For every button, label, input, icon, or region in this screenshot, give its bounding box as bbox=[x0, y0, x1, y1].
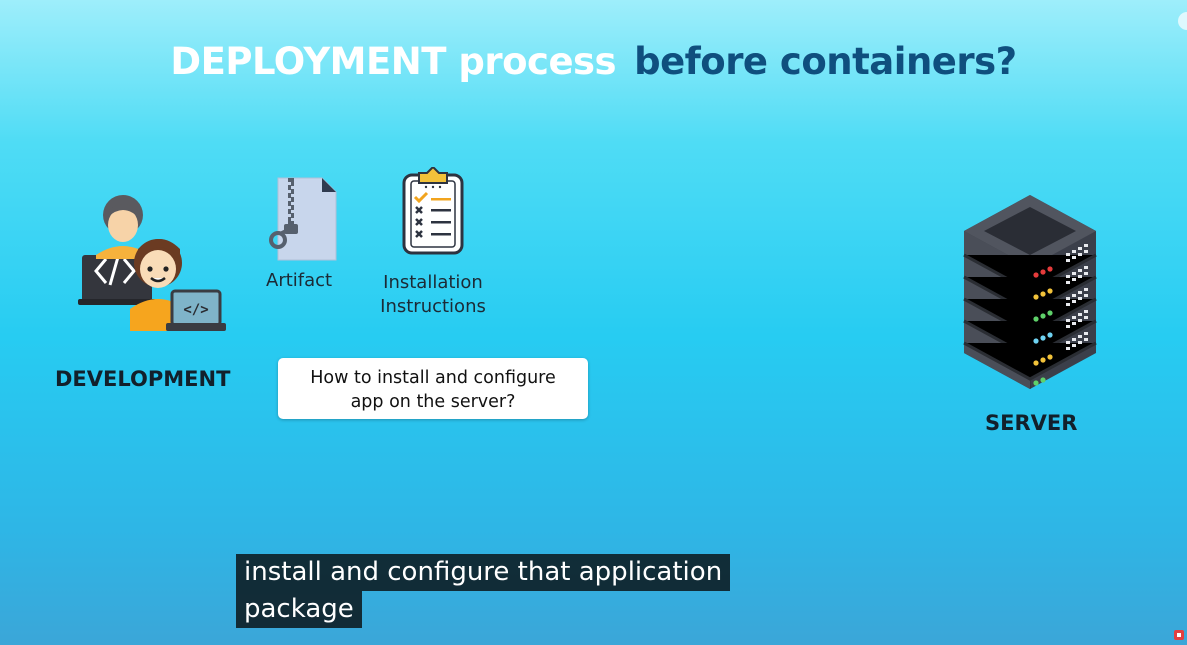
subtitle-caption: install and configure that application p… bbox=[236, 554, 731, 628]
caption-line1: install and configure that application bbox=[236, 554, 731, 591]
title-process: process bbox=[458, 40, 617, 83]
corner-overlay-icon bbox=[1178, 12, 1187, 30]
caption-line2: package bbox=[236, 591, 362, 628]
note-line1: How to install and configure bbox=[310, 368, 556, 388]
installation-instructions-label: Installation Instructions bbox=[372, 271, 494, 319]
svg-text:</>: </> bbox=[183, 302, 208, 318]
installation-label-line1: Installation bbox=[383, 272, 483, 293]
installation-label-line2: Instructions bbox=[380, 296, 486, 317]
slide-title: DEPLOYMENT process before containers? bbox=[0, 40, 1187, 83]
server-label: SERVER bbox=[985, 411, 1078, 435]
note-line2: app on the server? bbox=[350, 392, 516, 412]
developers-icon: </> bbox=[78, 195, 226, 331]
zip-file-icon bbox=[269, 177, 337, 261]
clipboard-checklist-icon bbox=[402, 167, 464, 255]
title-before-containers: before containers? bbox=[634, 40, 1017, 83]
install-question-callout: How to install and configure app on the … bbox=[278, 358, 588, 419]
development-label: DEVELOPMENT bbox=[55, 367, 231, 391]
title-deployment: DEPLOYMENT bbox=[170, 40, 446, 83]
artifact-label: Artifact bbox=[266, 270, 333, 291]
player-corner-icon[interactable] bbox=[1174, 630, 1184, 640]
server-rack-icon bbox=[963, 195, 1097, 389]
